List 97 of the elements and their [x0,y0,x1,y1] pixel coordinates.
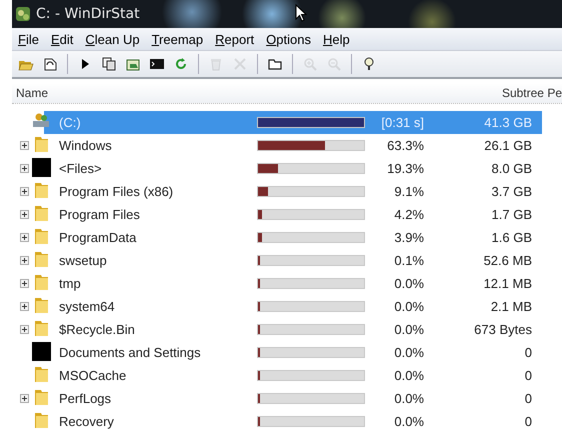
folder-icon [32,250,50,268]
menu-item[interactable]: Clean Up [79,30,146,48]
item-name: $Recycle.Bin [58,322,135,337]
size-cell: 0 [524,345,532,360]
size-cell: 8.0 GB [492,161,532,176]
menu-item[interactable]: File [12,30,45,48]
tree-row[interactable]: Program Files (x86) 9.1% 3.7 GB [12,180,562,203]
size-cell: 0 [524,391,532,406]
item-name: PerfLogs [58,391,112,406]
item-name: tmp [58,276,81,291]
column-header[interactable]: Name [16,86,48,100]
percent-cell: [0:31 s] [381,115,424,130]
item-name: Recovery [58,414,114,429]
folder-icon [32,273,50,291]
percent-cell: 19.3% [387,161,424,176]
size-cell: 1.6 GB [492,230,532,245]
percent-cell: 0.0% [394,276,424,291]
size-cell: 673 Bytes [474,322,532,337]
percent-cell: 0.0% [394,368,424,383]
item-name: Program Files [58,207,140,222]
page-arrows-icon [42,56,58,72]
expand-icon[interactable] [20,187,29,196]
bin-icon [208,56,224,72]
folder-icon [32,204,50,222]
item-name: Documents and Settings [58,345,201,360]
menu-item[interactable]: Options [260,30,317,48]
size-cell: 1.7 GB [492,207,532,222]
size-cell: 3.7 GB [492,184,532,199]
expand-icon[interactable] [20,394,29,403]
expand-icon[interactable] [20,279,29,288]
size-cell: 41.3 GB [484,115,532,130]
expand-icon[interactable] [20,256,29,265]
size-cell: 52.6 MB [484,253,532,268]
percent-cell: 0.0% [394,299,424,314]
expand-icon[interactable] [20,141,29,150]
item-name: ProgramData [58,230,136,245]
expand-icon[interactable] [20,302,29,311]
item-name: swsetup [58,253,107,268]
folder-icon [32,227,50,245]
delete-icon [232,56,248,72]
item-name: MSOCache [58,368,126,383]
zoom-out-icon [326,56,342,72]
drive-icon [32,112,50,130]
percent-cell: 0.0% [394,322,424,337]
folder-icon [32,296,50,314]
copy-icon [101,56,117,72]
size-cell: 12.1 MB [484,276,532,291]
menu-item[interactable]: Help [316,30,356,48]
item-name: system64 [58,299,115,314]
percent-cell: 0.1% [394,253,424,268]
window-title: C: - WinDirStat [36,6,140,22]
folder-icon [32,181,50,199]
tree-row[interactable]: <Files> 19.3% 8.0 GB [12,157,562,180]
size-cell: 26.1 GB [484,138,532,153]
expand-icon[interactable] [20,210,29,219]
folder-icon [32,365,50,383]
menu-item[interactable]: Report [209,30,260,48]
percent-cell: 63.3% [387,138,424,153]
percent-cell: 0.0% [394,345,424,360]
expand-icon[interactable] [20,233,29,242]
tree-row[interactable]: PerfLogs 0.0% 0 [12,387,562,410]
tree-row[interactable]: Recovery 0.0% 0 [12,410,562,433]
percent-cell: 0.0% [394,414,424,429]
menu-item[interactable]: Treemap [146,30,210,48]
folder-icon [32,135,50,153]
size-cell: 0 [524,368,532,383]
item-name: Program Files (x86) [58,184,174,199]
refresh-icon [173,56,189,72]
percent-cell: 0.0% [394,391,424,406]
size-cell: 2.1 MB [490,299,532,314]
item-name: Windows [58,138,112,153]
menu-item[interactable]: Edit [44,30,80,48]
folder-icon [32,319,50,337]
folder-icon [32,388,50,406]
column-header[interactable]: Subtree Pe [502,86,562,100]
percent-cell: 4.2% [394,207,424,222]
tree-row[interactable]: Windows 63.3% 26.1 GB [12,134,562,157]
mouse-cursor-icon [295,4,307,22]
zoom-in-icon [302,56,318,72]
item-name: <Files> [58,161,102,176]
tree-row[interactable]: $Recycle.Bin 0.0% 673 Bytes [12,318,562,341]
tree-row[interactable]: system64 0.0% 2.1 MB [12,295,562,318]
tree-row[interactable]: swsetup 0.1% 52.6 MB [12,249,562,272]
app-icon [14,5,32,23]
tree-row[interactable]: MSOCache 0.0% 0 [12,364,562,387]
percent-cell: 3.9% [394,230,424,245]
expand-icon[interactable] [20,164,29,173]
folder-icon [32,411,50,429]
percent-cell: 9.1% [394,184,424,199]
tree-row[interactable]: Program Files 4.2% 1.7 GB [12,203,562,226]
size-cell: 0 [524,414,532,429]
tree-row[interactable]: tmp 0.0% 12.1 MB [12,272,562,295]
expand-icon[interactable] [20,325,29,334]
terminal-icon [149,56,165,72]
item-name: (C:) [58,115,81,130]
tree-row[interactable]: ProgramData 3.9% 1.6 GB [12,226,562,249]
tree-row[interactable]: Documents and Settings 0.0% 0 [12,341,562,364]
